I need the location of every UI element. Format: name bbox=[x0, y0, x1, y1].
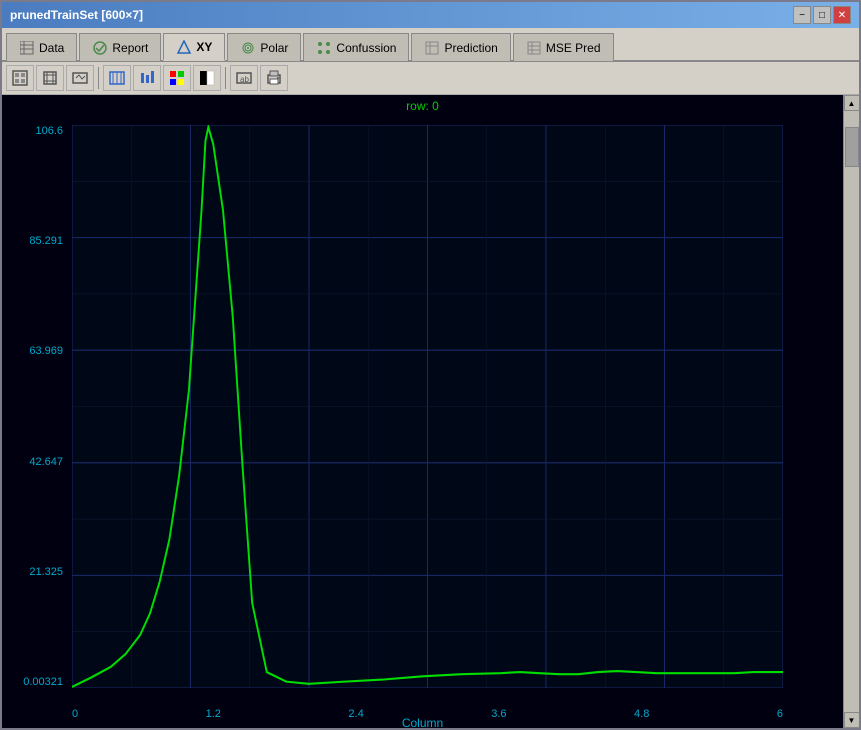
tab-data-label: Data bbox=[39, 41, 64, 55]
tab-prediction[interactable]: Prediction bbox=[411, 33, 510, 61]
toolbar: ab bbox=[2, 62, 859, 95]
chart-area: 106.6 85.291 63.969 42.647 21.325 0.0032… bbox=[2, 115, 843, 728]
toolbar-separator-1 bbox=[98, 67, 99, 89]
main-window: prunedTrainSet [600×7] − □ ✕ Data Report… bbox=[0, 0, 861, 730]
scroll-up-arrow[interactable]: ▲ bbox=[844, 95, 860, 111]
tab-confussion-label: Confussion bbox=[336, 41, 396, 55]
toolbar-btn-4[interactable] bbox=[103, 65, 131, 91]
tab-xy-label: XY bbox=[196, 40, 212, 54]
tab-polar[interactable]: Polar bbox=[227, 33, 301, 61]
y-label-5: 0.00321 bbox=[2, 676, 63, 688]
tab-confussion[interactable]: Confussion bbox=[303, 33, 409, 61]
main-area: row: 0 106.6 85.291 63.969 42.647 21.325… bbox=[2, 95, 859, 728]
y-label-0: 106.6 bbox=[2, 125, 63, 137]
tab-report[interactable]: Report bbox=[79, 33, 161, 61]
tab-report-label: Report bbox=[112, 41, 148, 55]
tab-polar-label: Polar bbox=[260, 41, 288, 55]
vertical-scrollbar[interactable]: ▲ ▼ bbox=[843, 95, 859, 728]
tab-prediction-label: Prediction bbox=[444, 41, 497, 55]
x-label-4: 4.8 bbox=[634, 708, 649, 720]
tab-bar: Data Report XY Polar Confussion bbox=[2, 28, 859, 62]
confussion-tab-icon bbox=[316, 40, 332, 56]
window-controls: − □ ✕ bbox=[793, 6, 851, 24]
polar-tab-icon bbox=[240, 40, 256, 56]
toolbar-btn-bw[interactable] bbox=[193, 65, 221, 91]
toolbar-btn-color[interactable] bbox=[163, 65, 191, 91]
y-axis-labels: 106.6 85.291 63.969 42.647 21.325 0.0032… bbox=[2, 125, 67, 688]
report-tab-icon bbox=[92, 40, 108, 56]
xy-tab-icon bbox=[176, 39, 192, 55]
tab-xy[interactable]: XY bbox=[163, 33, 225, 61]
data-tab-icon bbox=[19, 40, 35, 56]
chart-svg bbox=[72, 125, 783, 688]
minimize-button[interactable]: − bbox=[793, 6, 811, 24]
toolbar-separator-2 bbox=[225, 67, 226, 89]
x-label-2: 2.4 bbox=[348, 708, 363, 720]
close-button[interactable]: ✕ bbox=[833, 6, 851, 24]
x-axis-title: Column bbox=[402, 716, 443, 728]
y-label-4: 21.325 bbox=[2, 566, 63, 578]
scroll-thumb[interactable] bbox=[845, 127, 859, 167]
y-label-2: 63.969 bbox=[2, 345, 63, 357]
chart-container: row: 0 106.6 85.291 63.969 42.647 21.325… bbox=[2, 95, 843, 728]
svg-text:ab: ab bbox=[240, 75, 249, 84]
maximize-button[interactable]: □ bbox=[813, 6, 831, 24]
toolbar-btn-2[interactable] bbox=[36, 65, 64, 91]
tab-msepred[interactable]: MSE Pred bbox=[513, 33, 614, 61]
tab-msepred-label: MSE Pred bbox=[546, 41, 601, 55]
x-label-0: 0 bbox=[72, 708, 78, 720]
x-label-5: 6 bbox=[777, 708, 783, 720]
window-title: prunedTrainSet [600×7] bbox=[10, 8, 143, 22]
chart-plot bbox=[72, 125, 783, 688]
y-label-3: 42.647 bbox=[2, 456, 63, 468]
toolbar-btn-print[interactable] bbox=[260, 65, 288, 91]
title-bar: prunedTrainSet [600×7] − □ ✕ bbox=[2, 2, 859, 28]
x-label-1: 1.2 bbox=[206, 708, 221, 720]
scroll-down-arrow[interactable]: ▼ bbox=[844, 712, 860, 728]
toolbar-btn-5[interactable] bbox=[133, 65, 161, 91]
toolbar-btn-3[interactable] bbox=[66, 65, 94, 91]
toolbar-btn-label[interactable]: ab bbox=[230, 65, 258, 91]
y-label-1: 85.291 bbox=[2, 235, 63, 247]
x-label-3: 3.6 bbox=[491, 708, 506, 720]
msepred-tab-icon bbox=[526, 40, 542, 56]
tab-data[interactable]: Data bbox=[6, 33, 77, 61]
toolbar-btn-1[interactable] bbox=[6, 65, 34, 91]
chart-row-label: row: 0 bbox=[2, 95, 843, 115]
prediction-tab-icon bbox=[424, 40, 440, 56]
